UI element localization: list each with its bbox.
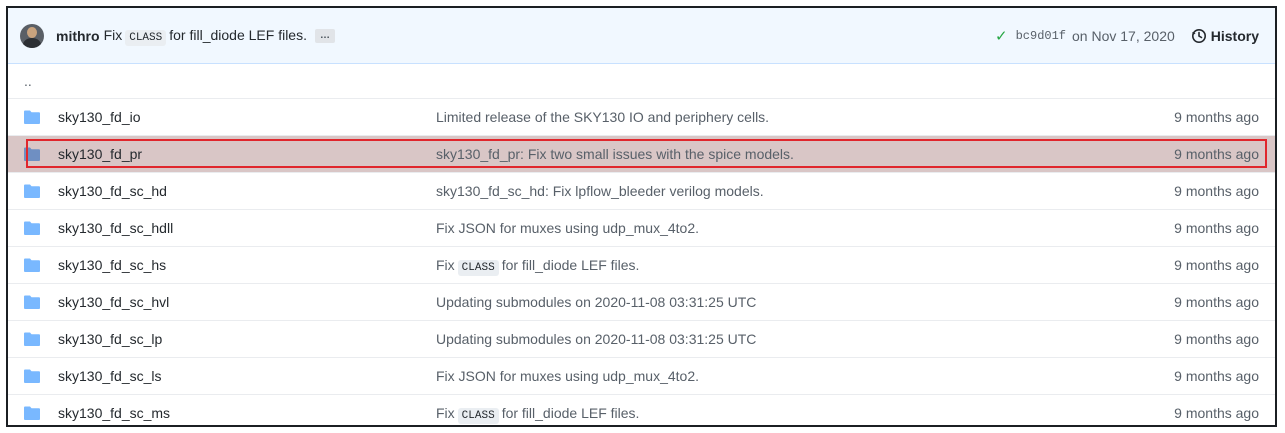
folder-icon xyxy=(24,369,40,383)
commit-age: 9 months ago xyxy=(1174,146,1259,162)
folder-icon xyxy=(24,406,40,420)
folder-icon xyxy=(24,110,40,124)
history-button[interactable]: History xyxy=(1191,28,1259,44)
latest-commit-bar: mithro Fix CLASS for fill_diode LEF files.… xyxy=(8,8,1275,64)
file-row[interactable]: sky130_fd_sc_hs Fix CLASS for fill_diode LE… xyxy=(8,246,1275,283)
file-row[interactable]: sky130_fd_sc_lp Updating submodules on 20… xyxy=(8,320,1275,357)
folder-icon xyxy=(24,258,40,272)
commit-age: 9 months ago xyxy=(1174,183,1259,199)
commit-message-link[interactable]: Updating submodules on 2020-11-08 03:31:… xyxy=(436,331,1119,347)
file-name-link[interactable]: sky130_fd_sc_hs xyxy=(58,257,436,273)
file-row[interactable]: sky130_fd_sc_hd sky130_fd_sc_hd: Fix lpfl… xyxy=(8,172,1275,209)
commit-age: 9 months ago xyxy=(1174,294,1259,310)
file-name-link[interactable]: sky130_fd_sc_hd xyxy=(58,183,436,199)
avatar[interactable] xyxy=(20,23,44,48)
file-row[interactable]: sky130_fd_sc_hvl Updating submodules on 2… xyxy=(8,283,1275,320)
file-row[interactable]: sky130_fd_sc_ls Fix JSON for muxes using … xyxy=(8,357,1275,394)
file-name-link[interactable]: sky130_fd_sc_ms xyxy=(58,405,436,421)
file-row[interactable]: sky130_fd_sc_hdll Fix JSON for muxes usin… xyxy=(8,209,1275,246)
commit-age: 9 months ago xyxy=(1174,331,1259,347)
folder-icon xyxy=(24,184,40,198)
commit-message-code: CLASS xyxy=(457,407,499,424)
file-row[interactable]: sky130_fd_io Limited release of the SKY13… xyxy=(8,98,1275,135)
commit-age: 9 months ago xyxy=(1174,257,1259,273)
folder-icon xyxy=(24,295,40,309)
file-row[interactable]: sky130_fd_sc_ms Fix CLASS for fill_diode LE… xyxy=(8,394,1275,425)
file-name-link[interactable]: sky130_fd_sc_hdll xyxy=(58,220,436,236)
commit-message-link[interactable]: sky130_fd_pr: Fix two small issues with … xyxy=(436,146,1119,162)
commit-date: on Nov 17, 2020 xyxy=(1072,27,1175,44)
commit-message-code: CLASS xyxy=(125,30,167,46)
commit-message-link[interactable]: sky130_fd_sc_hd: Fix lpflow_bleeder veri… xyxy=(436,183,1119,199)
commit-message-link[interactable]: Fix JSON for muxes using udp_mux_4to2. xyxy=(436,368,1119,384)
commit-message-link[interactable]: Fix CLASS for fill_diode LEF files. xyxy=(436,405,1119,424)
file-name-link[interactable]: sky130_fd_sc_hvl xyxy=(58,294,436,310)
folder-icon xyxy=(24,147,40,161)
file-name-link[interactable]: sky130_fd_sc_lp xyxy=(58,331,436,347)
commit-message-link[interactable]: Fix JSON for muxes using udp_mux_4to2. xyxy=(436,220,1119,236)
commit-message-link[interactable]: Updating submodules on 2020-11-08 03:31:… xyxy=(436,294,1119,310)
commit-message-code: CLASS xyxy=(457,259,499,276)
parent-directory-link[interactable]: .. xyxy=(24,73,32,89)
expand-message-button[interactable]: … xyxy=(314,28,335,43)
commit-age: 9 months ago xyxy=(1174,368,1259,384)
file-name-link[interactable]: sky130_fd_io xyxy=(58,109,436,125)
commit-age: 9 months ago xyxy=(1174,109,1259,125)
file-name-link[interactable]: sky130_fd_pr xyxy=(58,146,436,162)
file-row[interactable]: sky130_fd_pr sky130_fd_pr: Fix two small … xyxy=(8,135,1275,172)
file-name-link[interactable]: sky130_fd_sc_ls xyxy=(58,368,436,384)
commit-message[interactable]: Fix CLASS for fill_diode LEF files. xyxy=(104,27,307,46)
history-icon xyxy=(1191,28,1206,43)
folder-icon xyxy=(24,221,40,235)
commit-sha[interactable]: bc9d01f xyxy=(1016,29,1066,43)
commit-age: 9 months ago xyxy=(1174,405,1259,421)
file-browser: mithro Fix CLASS for fill_diode LEF files.… xyxy=(6,6,1277,427)
commit-message-link[interactable]: Limited release of the SKY130 IO and per… xyxy=(436,109,1119,125)
folder-icon xyxy=(24,332,40,346)
parent-directory-row[interactable]: .. xyxy=(8,64,1275,98)
check-icon[interactable]: ✓ xyxy=(995,27,1008,45)
commit-message-link[interactable]: Fix CLASS for fill_diode LEF files. xyxy=(436,257,1119,276)
commit-age: 9 months ago xyxy=(1174,220,1259,236)
commit-author[interactable]: mithro xyxy=(56,28,100,44)
